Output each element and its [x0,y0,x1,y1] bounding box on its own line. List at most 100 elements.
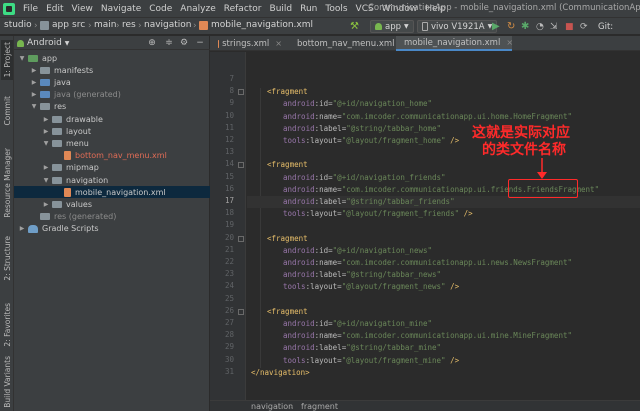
tab-bottom-nav-menu-xml[interactable]: bottom_nav_menu.xml× [289,36,407,51]
tree-item[interactable]: ▶ java (generated) [14,89,210,101]
xml-file-icon [64,187,71,197]
close-icon[interactable]: × [506,38,513,47]
menu-run[interactable]: Run [296,4,321,14]
chevron-down-icon: ▼ [404,23,409,30]
code-token: "@layout/fragment_news" [341,282,446,292]
tree-item-label: menu [66,138,89,148]
code-editor[interactable]: <fragment android:id="@+id/navigation_hom… [247,52,640,400]
code-line: android:label="@string/tabbar_mine" [247,342,640,354]
crumb-app[interactable]: app [40,20,69,30]
chevron-right-icon[interactable]: ▶ [30,91,38,98]
chevron-right-icon[interactable]: ▶ [30,67,38,74]
tree-item[interactable]: ▶ values [14,198,210,210]
tab-strings-xml[interactable]: strings.xml × [214,36,286,51]
fold-marker-icon[interactable] [238,89,244,96]
chevron-down-icon[interactable]: ▼ [30,103,38,110]
line-number: 20 [224,232,234,242]
tab-mobile-navigation-xml[interactable]: mobile_navigation.xml × [396,36,513,51]
crumb-src[interactable]: src [72,20,85,30]
hide-icon[interactable]: − [195,38,205,48]
tree-item[interactable]: ▼ app [14,52,210,64]
code-token: android [283,172,315,182]
debug-icon[interactable]: ✱ [521,20,529,33]
collapse-all-icon[interactable]: ≑ [164,38,174,48]
run-icon[interactable]: ▶ [492,20,500,33]
breadcrumb-fragment[interactable]: fragment [301,402,338,411]
chevron-right-icon[interactable]: ▶ [42,128,50,135]
tree-item[interactable]: ▶ drawable [14,113,210,125]
project-panel: Android ▼ ⊕ ≑ ⚙ − ▼ app ▶ manifests ▶ java ▶ jav… [14,36,210,411]
locate-icon[interactable]: ⊕ [147,38,157,48]
xml-file-icon [64,151,71,161]
tool-tab-project[interactable]: 1: Project [1,40,13,80]
tree-item[interactable]: mobile_navigation.xml [14,186,210,199]
project-view-select[interactable]: Android ▼ [17,38,69,48]
tree-item[interactable]: ▶ manifests [14,64,210,76]
chevron-right-icon[interactable]: ▶ [18,225,26,232]
crumb-separator: › [138,21,142,31]
tree-item[interactable]: bottom_nav_menu.xml [14,150,210,162]
breadcrumb-navigation[interactable]: navigation [251,402,293,411]
chevron-right-icon[interactable]: ▶ [42,116,50,123]
tree-item[interactable]: ▶ Gradle Scripts [14,223,210,235]
crumb-file[interactable]: mobile_navigation.xml [199,20,313,30]
line-number: 7 [229,74,234,83]
chevron-right-icon[interactable]: ▶ [42,164,50,171]
line-number: 12 [224,135,234,144]
tool-tab-structure[interactable]: 2: Structure [1,232,13,284]
fold-marker-icon[interactable] [238,308,244,315]
tree-item[interactable]: ▶ mipmap [14,162,210,174]
tree-item[interactable]: ▶ layout [14,125,210,137]
apply-changes-icon[interactable]: ↻ [507,20,515,33]
run-config-select[interactable]: app ▼ [370,20,414,33]
crumb-res[interactable]: res [122,20,136,30]
chevron-right-icon[interactable]: ▶ [42,201,50,208]
chevron-down-icon[interactable]: ▼ [18,55,26,62]
tool-tab-favorites[interactable]: 2: Favorites [1,300,13,350]
menu-navigate[interactable]: Navigate [97,4,145,14]
hammer-icon[interactable]: ⚒ [350,20,359,33]
stop-icon[interactable]: ■ [565,20,574,33]
tree-item[interactable]: res (generated) [14,211,210,223]
tool-tab-resource-manager[interactable]: Resource Manager [1,136,13,230]
sync-icon[interactable]: ⟳ [580,20,588,33]
attach-debugger-icon[interactable]: ⇲ [550,20,558,33]
fold-marker-icon[interactable] [238,235,244,242]
menu-file[interactable]: File [19,4,42,14]
device-select[interactable]: vivo V1921A ▼ [417,20,498,33]
chevron-down-icon[interactable]: ▼ [42,177,50,184]
profile-icon[interactable]: ◔ [536,20,544,33]
menu-edit[interactable]: Edit [42,4,67,14]
line-number: 16 [224,183,234,193]
chevron-right-icon[interactable]: ▶ [30,79,38,86]
close-icon[interactable]: × [275,39,282,48]
code-token: <fragment [267,87,308,97]
gear-icon[interactable]: ⚙ [179,38,189,48]
tool-tab-commit[interactable]: Commit [1,94,13,128]
menu-code[interactable]: Code [145,4,176,14]
code-token: tools [283,136,306,145]
tree-item[interactable]: ▼ res [14,101,210,113]
menu-build[interactable]: Build [266,4,297,14]
menu-analyze[interactable]: Analyze [176,4,219,14]
fold-marker-icon[interactable] [238,162,244,169]
annotation-highlight-box [508,179,578,198]
editor-tabs: strings.xml× bottom_nav_menu.xml× mobile… [210,36,640,51]
line-number: 15 [224,171,234,181]
code-token: :name= [314,184,342,194]
crumb-main[interactable]: main [94,20,117,30]
tool-tab-build-variants[interactable]: Build Variants [1,354,13,410]
tree-item[interactable]: ▶ java [14,76,210,88]
code-token: android [283,197,315,206]
menu-tools[interactable]: Tools [321,4,351,14]
crumb-project[interactable]: studio [4,20,32,30]
folder-icon [52,200,62,208]
menu-view[interactable]: View [68,4,97,14]
code-token: android [283,111,315,121]
crumb-navigation[interactable]: navigation [144,20,192,30]
tree-item[interactable]: ▼ menu [14,137,210,149]
menu-refactor[interactable]: Refactor [220,4,266,14]
tree-item[interactable]: ▼ navigation [14,174,210,186]
tab-label: mobile_navigation.xml [404,37,501,48]
chevron-down-icon[interactable]: ▼ [42,140,50,147]
